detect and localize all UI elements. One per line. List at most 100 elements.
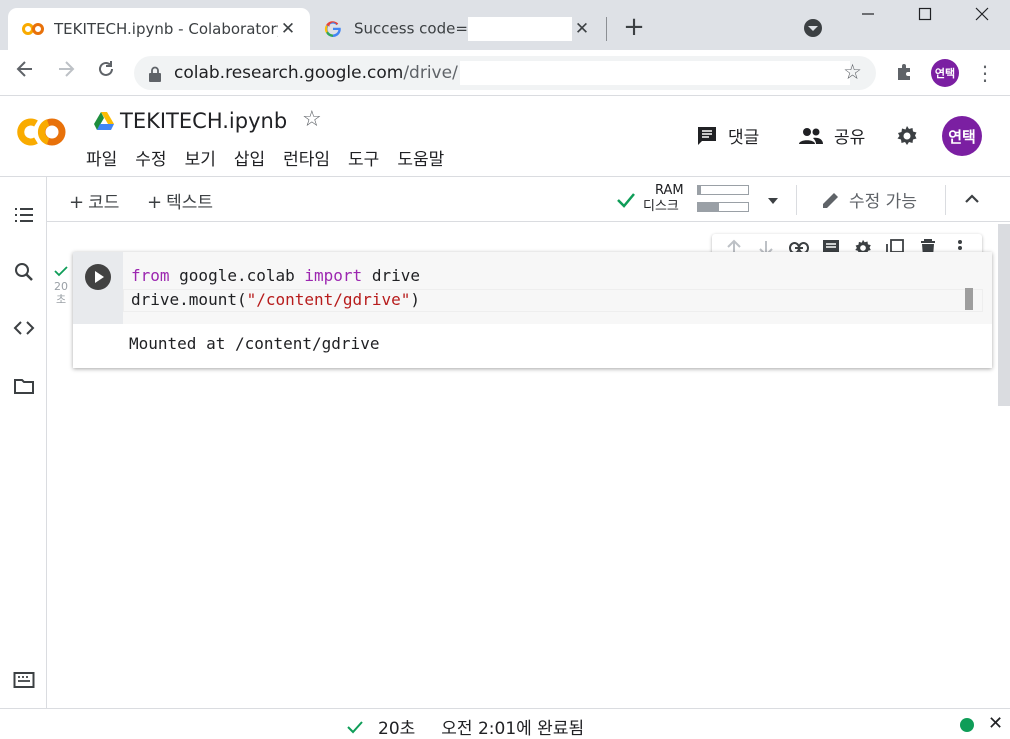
table-of-contents-icon[interactable] (13, 204, 35, 226)
bookmark-star-icon[interactable]: ☆ (843, 60, 862, 84)
tab-separator (606, 17, 607, 41)
lock-icon (148, 66, 162, 82)
redacted-box (459, 61, 850, 85)
cell-execution-status: 20 초 (52, 265, 70, 306)
plus-icon: + (147, 192, 163, 213)
check-icon (347, 720, 363, 733)
chevron-up-icon (965, 194, 979, 203)
disk-usage-fill (698, 203, 719, 211)
left-sidebar (0, 177, 47, 708)
comment-icon (698, 126, 716, 145)
people-icon (799, 127, 823, 144)
ram-usage-fill (698, 186, 701, 194)
completion-time: 오전 2:01에 완료됨 (441, 719, 585, 739)
tab-success-code[interactable]: Success code= ✕ (312, 8, 604, 50)
colab-favicon-icon (22, 20, 44, 38)
tab-colab[interactable]: TEKITECH.ipynb - Colaboratory ✕ (8, 8, 310, 50)
reload-button[interactable] (93, 59, 119, 85)
code-keyword: import (304, 266, 363, 285)
maximize-button[interactable] (907, 4, 943, 28)
edit-mode-button[interactable]: 수정 가능 (821, 187, 917, 212)
share-label: 공유 (834, 128, 866, 148)
code-editor[interactable]: from google.colab import drive drive.mou… (123, 252, 992, 324)
minimize-icon (862, 13, 874, 15)
add-code-label: 코드 (88, 193, 120, 213)
collapse-header-button[interactable] (962, 189, 982, 209)
google-favicon-icon (322, 20, 344, 38)
execution-duration: 20초 (378, 719, 416, 739)
profile-avatar[interactable]: 연택 (931, 59, 959, 87)
back-button[interactable] (12, 59, 38, 85)
code-keyword: from (131, 266, 170, 285)
tab-title-text: Success code= (354, 19, 468, 38)
resource-monitor[interactable]: RAM 디스크 (615, 183, 835, 217)
reload-icon (99, 61, 113, 76)
menu-bar: 파일 수정 보기 삽입 런타임 도구 도움말 (86, 145, 462, 170)
disk-label: 디스크 (643, 199, 679, 214)
account-avatar[interactable]: 연택 (942, 116, 982, 156)
gear-icon (897, 126, 917, 145)
code-module: google.colab (169, 266, 305, 285)
menu-view[interactable]: 보기 (185, 145, 216, 170)
menu-insert[interactable]: 삽입 (234, 145, 265, 170)
notebook-toolbar: + 코드 + 텍스트 RAM 디스크 수정 가능 (47, 177, 1010, 222)
favorite-star-icon[interactable]: ☆ (302, 107, 322, 132)
exec-time: 20 (54, 280, 68, 293)
extensions-puzzle-icon[interactable] (894, 62, 916, 84)
menu-tools[interactable]: 도구 (348, 145, 379, 170)
colab-header: TEKITECH.ipynb ☆ 파일 수정 보기 삽입 런타임 도구 도움말 … (0, 97, 1010, 177)
menu-runtime[interactable]: 런타임 (283, 145, 330, 170)
notebook-scrollbar[interactable] (998, 222, 1010, 708)
tab-close-icon[interactable]: ✕ (572, 19, 592, 39)
url-host: colab.research.google.com (174, 63, 404, 83)
connected-check-icon (617, 193, 635, 208)
comment-label: 댓글 (728, 128, 760, 148)
new-tab-button[interactable]: + (622, 14, 646, 40)
code-cell[interactable]: from google.colab import drive drive.mou… (73, 252, 992, 368)
search-icon[interactable] (13, 261, 35, 283)
run-cell-play-icon[interactable] (85, 264, 111, 290)
tab-title: TEKITECH.ipynb - Colaboratory (54, 20, 278, 38)
window-close-button[interactable] (964, 4, 1000, 28)
ram-usage-bar (697, 185, 749, 195)
menu-edit[interactable]: 수정 (135, 145, 166, 170)
plus-icon: + (69, 192, 85, 213)
arrow-left-icon (16, 61, 32, 77)
cell-gutter (73, 252, 123, 324)
google-drive-icon[interactable] (94, 112, 114, 130)
redacted-box (467, 17, 572, 41)
folder-icon[interactable] (13, 375, 35, 397)
colab-logo[interactable] (14, 114, 70, 150)
address-bar[interactable]: colab.research.google.com/drive/ ☆ (134, 56, 876, 90)
add-text-label: 텍스트 (166, 193, 214, 213)
exec-unit: 초 (55, 293, 67, 306)
add-text-button[interactable]: + 텍스트 (147, 188, 213, 213)
toolbar-divider (945, 185, 946, 215)
ram-label: RAM (655, 183, 684, 198)
browser-tab-strip: TEKITECH.ipynb - Colaboratory ✕ Success … (0, 0, 1010, 50)
disk-usage-bar (697, 202, 749, 212)
menu-help[interactable]: 도움말 (397, 145, 444, 170)
minimize-button[interactable] (850, 4, 886, 28)
menu-file[interactable]: 파일 (86, 145, 117, 170)
status-close-icon[interactable]: ✕ (988, 713, 1003, 734)
share-button[interactable]: 공유 (798, 123, 865, 148)
execution-status: 20초 오전 2:01에 완료됨 (346, 714, 584, 739)
close-icon (975, 7, 989, 21)
code-scrollbar[interactable] (965, 288, 973, 310)
dropdown-caret-icon[interactable] (767, 197, 779, 205)
scrollbar-thumb[interactable] (998, 224, 1010, 406)
tab-search-icon[interactable] (804, 19, 822, 37)
tab-title: Success code= (354, 17, 572, 41)
code-snippets-icon[interactable] (13, 317, 35, 339)
tab-close-icon[interactable]: ✕ (278, 19, 298, 39)
browser-menu-kebab-icon[interactable]: ⋮ (975, 58, 995, 88)
comment-button[interactable]: 댓글 (696, 123, 759, 148)
add-code-button[interactable]: + 코드 (69, 188, 119, 213)
settings-button[interactable] (896, 125, 918, 147)
notebook-title[interactable]: TEKITECH.ipynb (120, 109, 287, 133)
forward-button[interactable] (53, 59, 79, 85)
current-line-highlight (123, 289, 983, 312)
arrow-right-icon (59, 61, 75, 77)
terminal-keyboard-icon[interactable] (13, 669, 35, 691)
